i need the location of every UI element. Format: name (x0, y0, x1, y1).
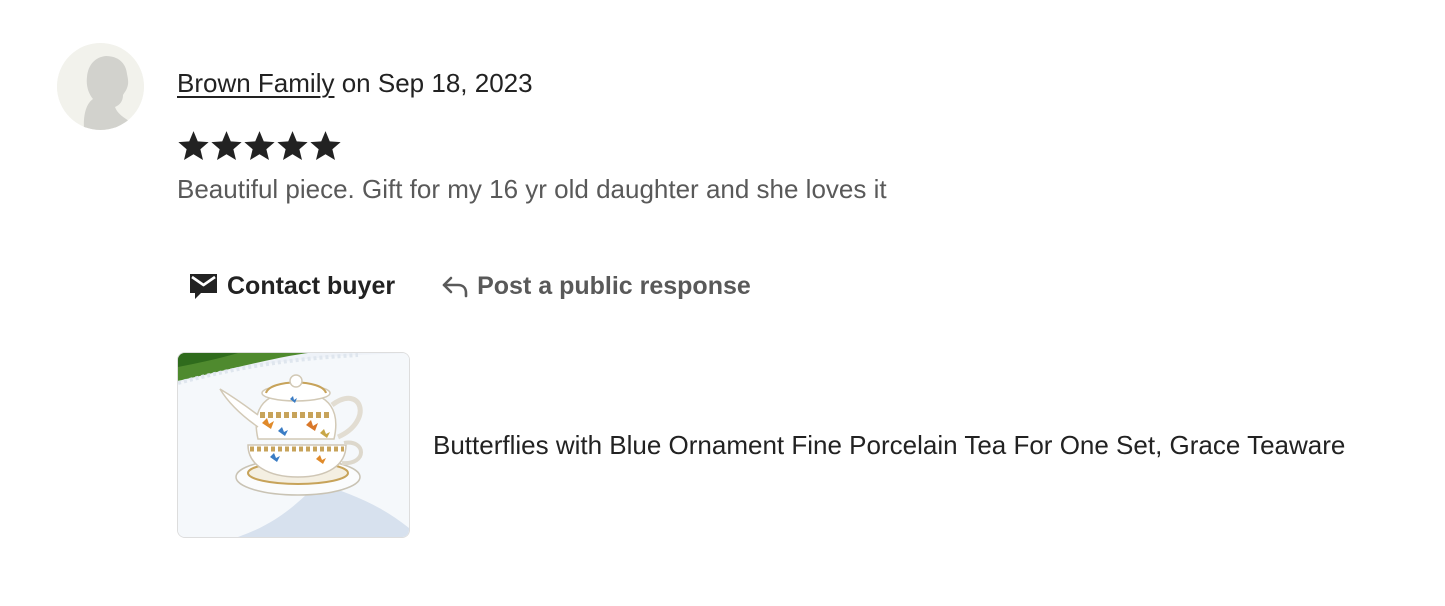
star-rating (177, 129, 342, 163)
date-prefix: on (341, 68, 371, 98)
listing-thumbnail[interactable] (177, 352, 410, 538)
star-icon (310, 131, 341, 161)
listing-link[interactable]: Butterflies with Blue Ornament Fine Porc… (177, 352, 1345, 538)
default-person-icon (57, 43, 144, 130)
review-text: Beautiful piece. Gift for my 16 yr old d… (177, 174, 887, 204)
star-icon (277, 131, 308, 161)
reply-arrow-icon (441, 274, 469, 298)
review-date: Sep 18, 2023 (377, 68, 533, 98)
contact-buyer-button[interactable]: Contact buyer (188, 266, 395, 306)
contact-buyer-label: Contact buyer (227, 272, 396, 300)
star-icon (211, 131, 242, 161)
post-public-response-button[interactable]: Post a public response (441, 266, 751, 306)
star-icon (244, 131, 275, 161)
teapot-set-image (178, 353, 409, 537)
post-public-response-label: Post a public response (477, 272, 751, 300)
reviewer-avatar (57, 43, 144, 130)
star-icon (178, 131, 209, 161)
review-header: Brown Family on Sep 18, 2023 (177, 66, 533, 100)
review-actions: Contact buyer Post a public response (188, 266, 751, 306)
reviewer-name-link[interactable]: Brown Family (177, 68, 334, 98)
envelope-icon (188, 272, 219, 300)
listing-title[interactable]: Butterflies with Blue Ornament Fine Porc… (433, 428, 1345, 462)
